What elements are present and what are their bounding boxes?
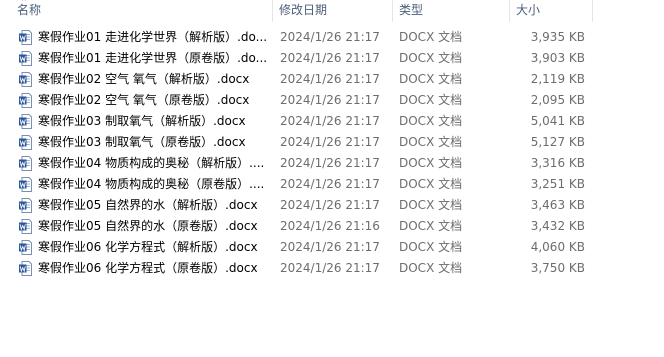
file-name: 寒假作业02 空气 氧气（原卷版）.docx [38,93,250,107]
file-type: DOCX 文档 [399,240,463,254]
file-name: 寒假作业05 自然界的水（原卷版）.docx [38,219,258,233]
file-name: 寒假作业03 制取氧气（原卷版）.docx [38,135,246,149]
file-size: 2,119 KB [530,72,585,86]
column-header-bar: ⌃ 名称 修改日期 类型 大小 [0,0,664,22]
column-header-type[interactable]: 类型 [399,0,499,22]
column-divider[interactable] [592,0,593,22]
column-divider[interactable] [392,0,393,22]
file-name: 寒假作业06 化学方程式（原卷版）.docx [38,261,258,275]
file-size: 3,316 KB [530,156,585,170]
file-modified-date: 2024/1/26 21:17 [280,156,380,170]
file-type: DOCX 文档 [399,30,463,44]
column-header-modified[interactable]: 修改日期 [279,0,389,22]
file-row[interactable]: 寒假作业01 走进化学世界（解析版）.do... 2024/1/26 21:17… [0,27,664,48]
file-modified-date: 2024/1/26 21:17 [280,261,380,275]
file-name: 寒假作业03 制取氧气（解析版）.docx [38,114,246,128]
file-type: DOCX 文档 [399,219,463,233]
file-type: DOCX 文档 [399,156,463,170]
file-name: 寒假作业02 空气 氧气（解析版）.docx [38,72,250,86]
file-modified-date: 2024/1/26 21:17 [280,240,380,254]
file-type: DOCX 文档 [399,177,463,191]
file-name: 寒假作业01 走进化学世界（原卷版）.do... [38,51,268,65]
file-explorer: ⌃ 名称 修改日期 类型 大小 寒假作业01 走进化学世界（解析版）.do...… [0,0,664,357]
file-type: DOCX 文档 [399,198,463,212]
file-row[interactable]: 寒假作业04 物质构成的奥秘（解析版）.... 2024/1/26 21:17 … [0,153,664,174]
file-row[interactable]: 寒假作业03 制取氧气（解析版）.docx 2024/1/26 21:17 DO… [0,111,664,132]
file-modified-date: 2024/1/26 21:17 [280,72,380,86]
file-row[interactable]: 寒假作业02 空气 氧气（解析版）.docx 2024/1/26 21:17 D… [0,69,664,90]
file-modified-date: 2024/1/26 21:17 [280,93,380,107]
file-row[interactable]: 寒假作业01 走进化学世界（原卷版）.do... 2024/1/26 21:17… [0,48,664,69]
word-document-icon [19,114,32,129]
file-modified-date: 2024/1/26 21:17 [280,135,380,149]
file-type: DOCX 文档 [399,114,463,128]
word-document-icon [19,51,32,66]
file-name: 寒假作业06 化学方程式（解析版）.docx [38,240,258,254]
file-size: 3,432 KB [530,219,585,233]
file-type: DOCX 文档 [399,51,463,65]
file-type: DOCX 文档 [399,261,463,275]
file-name: 寒假作业04 物质构成的奥秘（解析版）.... [38,156,265,170]
file-size: 3,750 KB [530,261,585,275]
word-document-icon [19,240,32,255]
word-document-icon [19,156,32,171]
file-type: DOCX 文档 [399,72,463,86]
file-size: 5,127 KB [530,135,585,149]
file-modified-date: 2024/1/26 21:17 [280,30,380,44]
word-document-icon [19,30,32,45]
file-modified-date: 2024/1/26 21:17 [280,51,380,65]
column-divider[interactable] [272,0,273,22]
file-row[interactable]: 寒假作业06 化学方程式（原卷版）.docx 2024/1/26 21:17 D… [0,258,664,279]
column-header-size[interactable]: 大小 [516,0,586,22]
file-type: DOCX 文档 [399,93,463,107]
file-modified-date: 2024/1/26 21:17 [280,114,380,128]
word-document-icon [19,72,32,87]
file-size: 3,463 KB [530,198,585,212]
word-document-icon [19,177,32,192]
file-size: 4,060 KB [530,240,585,254]
file-size: 3,251 KB [530,177,585,191]
word-document-icon [19,261,32,276]
file-row[interactable]: 寒假作业06 化学方程式（解析版）.docx 2024/1/26 21:17 D… [0,237,664,258]
file-type: DOCX 文档 [399,135,463,149]
file-name: 寒假作业01 走进化学世界（解析版）.do... [38,30,268,44]
file-row[interactable]: 寒假作业05 自然界的水（解析版）.docx 2024/1/26 21:17 D… [0,195,664,216]
file-size: 5,041 KB [530,114,585,128]
word-document-icon [19,135,32,150]
file-row[interactable]: 寒假作业02 空气 氧气（原卷版）.docx 2024/1/26 21:17 D… [0,90,664,111]
file-size: 2,095 KB [530,93,585,107]
file-size: 3,935 KB [530,30,585,44]
file-modified-date: 2024/1/26 21:17 [280,198,380,212]
file-modified-date: 2024/1/26 21:16 [280,219,380,233]
column-header-name[interactable]: 名称 [17,0,267,22]
word-document-icon [19,219,32,234]
file-row[interactable]: 寒假作业04 物质构成的奥秘（原卷版）.... 2024/1/26 21:17 … [0,174,664,195]
file-list: 寒假作业01 走进化学世界（解析版）.do... 2024/1/26 21:17… [0,27,664,279]
file-name: 寒假作业04 物质构成的奥秘（原卷版）.... [38,177,265,191]
column-divider[interactable] [509,0,510,22]
file-row[interactable]: 寒假作业05 自然界的水（原卷版）.docx 2024/1/26 21:16 D… [0,216,664,237]
file-name: 寒假作业05 自然界的水（解析版）.docx [38,198,258,212]
word-document-icon [19,198,32,213]
file-size: 3,903 KB [530,51,585,65]
file-modified-date: 2024/1/26 21:17 [280,177,380,191]
word-document-icon [19,93,32,108]
file-row[interactable]: 寒假作业03 制取氧气（原卷版）.docx 2024/1/26 21:17 DO… [0,132,664,153]
